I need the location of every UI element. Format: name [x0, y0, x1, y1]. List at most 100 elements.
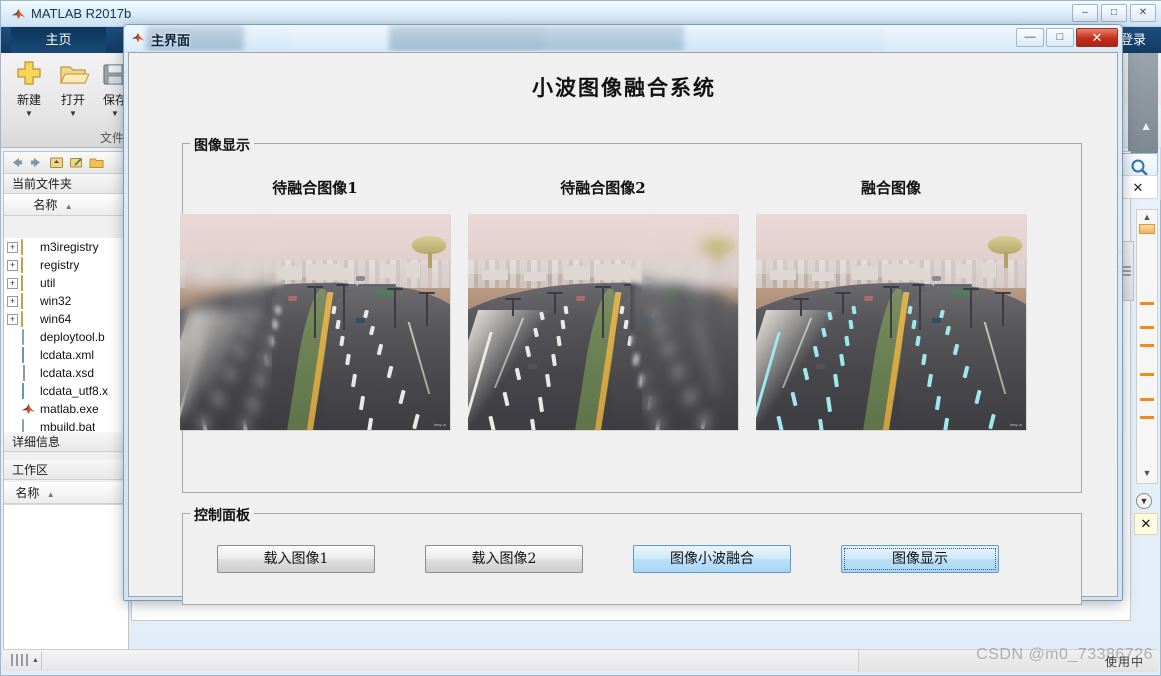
folder-icon[interactable] — [89, 155, 104, 170]
scrollbar-thumb[interactable] — [1139, 224, 1155, 234]
dialog-maximize-button[interactable]: □ — [1046, 28, 1074, 47]
dialog-minimize-button[interactable]: — — [1016, 28, 1044, 47]
expand-icon[interactable]: + — [7, 277, 18, 289]
photo-vehicle — [816, 364, 825, 369]
matlab-close-button[interactable]: ✕ — [1130, 4, 1156, 22]
image-caption-2: 待融合图像2 — [560, 179, 646, 197]
photo-corner-text: hwy-a — [433, 422, 446, 427]
ribbon-open-button[interactable]: 打开 ▼ — [53, 59, 93, 118]
up-folder-icon[interactable] — [49, 155, 64, 170]
xml-file-icon — [21, 347, 36, 363]
photo-building — [564, 266, 590, 280]
file-name-column-label: 名称 — [33, 198, 58, 212]
wavelet-fusion-button[interactable]: 图像小波融合 — [633, 545, 791, 573]
photo-light-pole — [554, 292, 556, 314]
photo-pole-arm — [793, 298, 809, 300]
matlab-logo-icon — [11, 8, 26, 20]
file-row[interactable]: lcdata.xsd — [4, 364, 128, 382]
page-title: 小波图像融合系统 — [532, 75, 716, 100]
close-x-icon[interactable]: ✕ — [1118, 175, 1158, 199]
file-name-column-header[interactable]: 名称 ▲ — [4, 194, 128, 216]
file-row[interactable]: lcdata.xml — [4, 346, 128, 364]
dropdown-circle-icon[interactable]: ▼ — [1136, 493, 1152, 509]
control-panel: 控制面板 载入图像1 载入图像2 图像小波融合 图像显示 — [182, 505, 1082, 605]
axes-source-image-2[interactable] — [468, 214, 738, 430]
load-image-1-button[interactable]: 载入图像1 — [217, 545, 375, 573]
back-arrow-icon[interactable] — [9, 155, 24, 170]
collapse-ribbon-icon[interactable]: ▲ — [1140, 119, 1152, 133]
workspace-name-column-header[interactable]: 名称 ▲ — [4, 482, 128, 504]
file-row[interactable]: + win32 — [4, 292, 128, 310]
status-separator — [41, 652, 42, 670]
editor-scrollbar[interactable]: ▲ ▼ — [1136, 209, 1158, 484]
file-row[interactable]: + m3iregistry — [4, 238, 128, 256]
photo-light-pole — [842, 292, 844, 314]
photo-building — [770, 270, 796, 280]
photo-light-pole — [602, 286, 604, 338]
photo-building — [330, 268, 350, 280]
file-row[interactable]: + util — [4, 274, 128, 292]
photo-light-pole — [512, 298, 514, 316]
scrollbar-down-arrow[interactable]: ▼ — [1140, 468, 1154, 478]
folder-icon — [21, 275, 36, 291]
expand-icon[interactable]: + — [7, 241, 18, 253]
current-folder-browser: 当前文件夹 名称 ▲ + m3iregistry + registry + util + wi… — [3, 151, 129, 651]
axes-fused-image[interactable]: hwy-a — [756, 214, 1026, 430]
photo-light-pole — [800, 298, 802, 316]
photo-blur-region-right — [642, 214, 738, 430]
file-row[interactable]: deploytool.b — [4, 328, 128, 346]
warning-close-icon[interactable]: ✕ — [1134, 513, 1158, 535]
scroll-marker[interactable] — [1140, 344, 1154, 347]
dialog-titlebar[interactable]: 主界面 — □ ✕ — [124, 25, 1122, 51]
file-row[interactable]: + registry — [4, 256, 128, 274]
expand-icon[interactable]: + — [7, 295, 18, 307]
image-fusion-dialog: 主界面 — □ ✕ 小波图像融合系统 图像显示 待融合图像1 待融合图像2 融合… — [123, 24, 1123, 605]
browse-folder-icon[interactable] — [69, 155, 84, 170]
scroll-marker[interactable] — [1140, 398, 1154, 401]
photo-vehicle — [288, 296, 297, 301]
photo-building — [482, 270, 508, 280]
scrollbar-up-arrow[interactable]: ▲ — [1140, 212, 1154, 222]
image-caption-1: 待融合图像1 — [272, 179, 358, 197]
file-name: win64 — [40, 312, 72, 326]
scroll-marker[interactable] — [1140, 326, 1154, 329]
ribbon-new-caret-icon[interactable]: ▼ — [9, 109, 49, 118]
photo-tower-leg — [1004, 252, 1008, 268]
folder-icon — [21, 293, 36, 309]
photo-light-pole — [890, 286, 892, 338]
file-row[interactable]: lcdata_utf8.x — [4, 382, 128, 400]
open-folder-icon — [57, 59, 90, 89]
axes-source-image-1[interactable]: hwy-a — [180, 214, 450, 430]
control-panel-legend: 控制面板 — [190, 505, 254, 525]
ribbon-new-button[interactable]: 新建 ▼ — [9, 59, 49, 118]
status-grip-caret-icon[interactable]: ▲ — [32, 657, 39, 664]
titlebar-glass — [124, 25, 1122, 51]
scroll-marker[interactable] — [1140, 302, 1154, 305]
photo-blur-region-left — [180, 214, 272, 430]
scroll-marker[interactable] — [1140, 373, 1154, 376]
matlab-maximize-button[interactable]: □ — [1101, 4, 1127, 22]
load-image-2-button[interactable]: 载入图像2 — [425, 545, 583, 573]
forward-arrow-icon[interactable] — [29, 155, 44, 170]
file-row[interactable]: matlab.exe — [4, 400, 128, 418]
matlab-status-bar: ▲ 使用中 — [3, 649, 1158, 672]
photo-light-pole — [970, 288, 972, 328]
photo-pole-arm — [835, 292, 851, 294]
photo-pole-arm — [419, 292, 435, 294]
expand-icon[interactable]: + — [7, 259, 18, 271]
photo-building — [524, 272, 546, 281]
xml-file-icon — [21, 383, 36, 399]
scroll-marker[interactable] — [1140, 416, 1154, 419]
photo-building — [906, 268, 926, 280]
matlab-minimize-button[interactable]: – — [1072, 4, 1098, 22]
photo-corner-text: hwy-a — [1009, 422, 1022, 427]
ribbon-open-caret-icon[interactable]: ▼ — [53, 109, 93, 118]
expand-icon[interactable]: + — [7, 313, 18, 325]
sort-caret-icon: ▲ — [64, 202, 73, 211]
tab-home[interactable]: 主页 — [11, 27, 106, 53]
file-row[interactable]: + win64 — [4, 310, 128, 328]
dialog-close-button[interactable]: ✕ — [1076, 28, 1118, 47]
matlab-window-title: MATLAB R2017b — [31, 6, 132, 21]
dialog-title: 主界面 — [151, 33, 191, 48]
show-image-button[interactable]: 图像显示 — [841, 545, 999, 573]
